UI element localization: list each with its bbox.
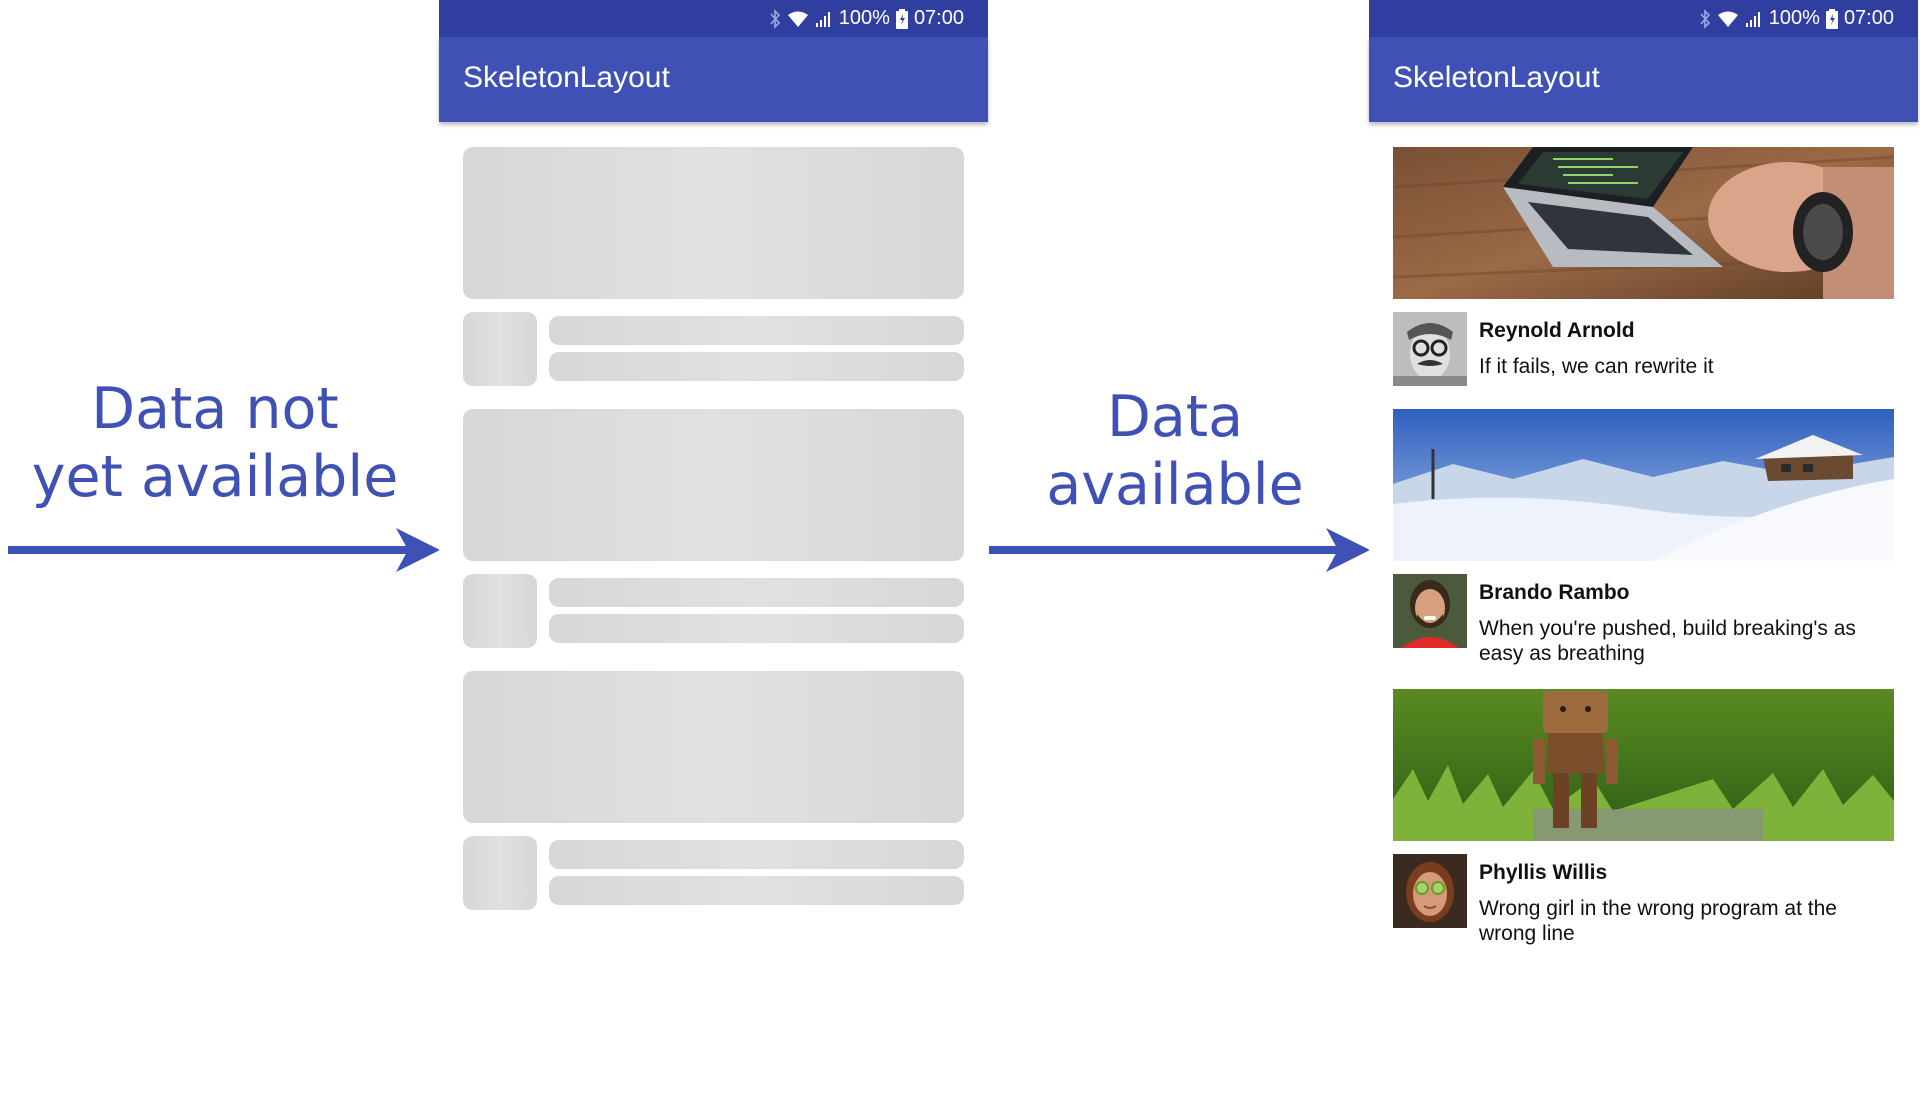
skeleton-avatar-placeholder — [463, 836, 537, 910]
skeleton-image-placeholder — [463, 409, 964, 561]
battery-icon — [1825, 8, 1838, 29]
skeleton-title-placeholder — [549, 316, 964, 345]
phone-data-state: 100% 07:00 SkeletonLayout Reynold Arnold… — [1369, 0, 1918, 1100]
feed-list: Reynold Arnold If it fails, we can rewri… — [1393, 147, 1894, 951]
feed-card[interactable]: Brando Rambo When you're pushed, build b… — [1393, 409, 1894, 689]
skeleton-avatar-placeholder — [463, 312, 537, 386]
status-bar: 100% 07:00 — [439, 0, 988, 37]
author-name: Brando Rambo — [1479, 581, 1630, 604]
bluetooth-icon — [1700, 8, 1710, 29]
caption-line: Data not — [91, 376, 339, 442]
caption-line: yet available — [31, 444, 399, 510]
author-name: Phyllis Willis — [1479, 861, 1608, 884]
skeleton-card — [463, 147, 964, 409]
post-text: Wrong girl in the wrong program at the w… — [1479, 897, 1837, 945]
app-bar: SkeletonLayout — [1369, 37, 1918, 122]
post-image-wooden-robot[interactable] — [1393, 689, 1894, 841]
skeleton-list — [463, 147, 964, 933]
skeleton-card — [463, 671, 964, 933]
avatar-brando[interactable] — [1393, 574, 1467, 648]
app-title: SkeletonLayout — [463, 61, 670, 94]
app-title: SkeletonLayout — [1393, 61, 1600, 94]
battery-percent: 100% — [1768, 7, 1820, 29]
skeleton-image-placeholder — [463, 147, 964, 299]
battery-percent: 100% — [838, 7, 890, 29]
clock: 07:00 — [1843, 7, 1894, 29]
author-name: Reynold Arnold — [1479, 319, 1635, 342]
status-bar: 100% 07:00 — [1369, 0, 1918, 37]
battery-icon — [895, 8, 908, 29]
avatar-phyllis[interactable] — [1393, 854, 1467, 928]
wifi-icon — [1717, 11, 1738, 27]
feed-card[interactable]: Phyllis Willis Wrong girl in the wrong p… — [1393, 689, 1894, 951]
caption-data-available: Data available — [985, 383, 1365, 519]
post-text: If it fails, we can rewrite it — [1479, 355, 1714, 378]
skeleton-title-placeholder — [549, 578, 964, 607]
skeleton-text-placeholder — [549, 614, 964, 643]
post-image-laptop[interactable] — [1393, 147, 1894, 299]
arrow-to-skeleton — [8, 528, 440, 572]
wifi-icon — [787, 11, 808, 27]
caption-line: available — [1046, 452, 1304, 518]
skeleton-image-placeholder — [463, 671, 964, 823]
clock: 07:00 — [913, 7, 964, 29]
bluetooth-icon — [770, 8, 780, 29]
post-text: When you're pushed, build breaking's as … — [1479, 617, 1856, 665]
skeleton-text-placeholder — [549, 876, 964, 905]
arrow-to-data — [989, 528, 1370, 572]
caption-data-not-available: Data not yet available — [0, 375, 430, 511]
skeleton-text-placeholder — [549, 352, 964, 381]
signal-icon — [815, 11, 830, 27]
app-bar: SkeletonLayout — [439, 37, 988, 122]
feed-card[interactable]: Reynold Arnold If it fails, we can rewri… — [1393, 147, 1894, 409]
skeleton-card — [463, 409, 964, 671]
phone-skeleton-state: 100% 07:00 SkeletonLayout — [439, 0, 988, 1100]
avatar-reynold[interactable] — [1393, 312, 1467, 386]
post-image-mountain[interactable] — [1393, 409, 1894, 561]
skeleton-avatar-placeholder — [463, 574, 537, 648]
skeleton-title-placeholder — [549, 840, 964, 869]
signal-icon — [1745, 11, 1760, 27]
caption-line: Data — [1106, 384, 1244, 450]
